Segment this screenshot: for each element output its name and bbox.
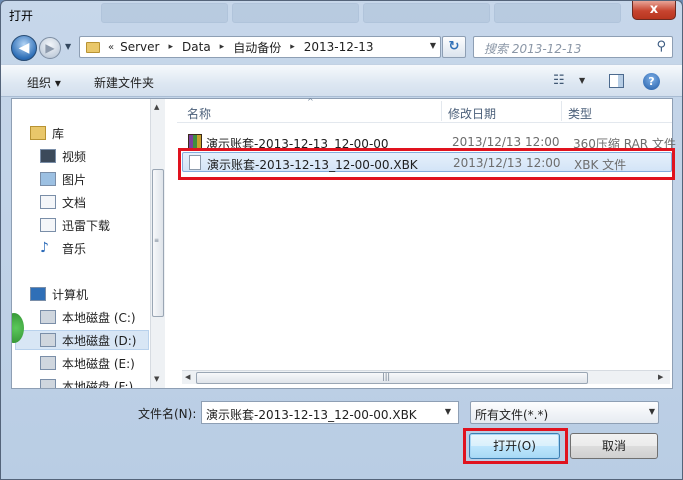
ghost-tab [101, 3, 228, 23]
window-title: 打开 [9, 9, 34, 23]
scroll-right-icon[interactable]: ▶ [658, 373, 663, 381]
chevron-down-icon[interactable]: ▼ [437, 401, 459, 424]
navigation-pane: 库 视频 图片 文档 迅雷下载 ♪ 音乐 计算机 本地磁盘 (C:) 本地磁盘 … [12, 99, 165, 388]
computer-icon [30, 287, 46, 301]
column-header: ^ 名称 修改日期 类型 [177, 97, 672, 123]
music-icon: ♪ [40, 241, 56, 255]
video-icon [40, 149, 56, 163]
chevron-right-icon[interactable]: ▸ [168, 42, 173, 52]
nav-item-drive-e[interactable]: 本地磁盘 (E:) [40, 353, 165, 373]
organize-button[interactable]: 组织 ▾ [27, 74, 61, 91]
filetype-select[interactable]: 所有文件(*.*) ▼ [470, 401, 659, 424]
nav-item-computer[interactable]: 计算机 [30, 284, 165, 304]
navpane-scrollbar[interactable]: ▲ ≡ ▼ [150, 99, 165, 388]
breadcrumb-overflow-icon[interactable]: « [108, 42, 114, 53]
scrollbar-grip-icon: ||| [382, 372, 391, 381]
ghost-tab [363, 3, 490, 23]
scroll-down-icon[interactable]: ▼ [154, 375, 159, 383]
nav-item-pictures[interactable]: 图片 [40, 169, 165, 189]
scrollbar-grip-icon: ≡ [154, 237, 160, 244]
nav-item-drive-f[interactable]: 本地磁盘 (F:) [40, 376, 165, 388]
sort-ascending-icon: ^ [307, 97, 314, 106]
nav-item-label: 图片 [62, 172, 87, 187]
nav-item-documents[interactable]: 文档 [40, 192, 165, 212]
browser-content: 库 视频 图片 文档 迅雷下载 ♪ 音乐 计算机 本地磁盘 (C:) 本地磁盘 … [11, 97, 676, 389]
rar-archive-icon [188, 134, 202, 149]
column-divider[interactable] [441, 101, 442, 121]
horizontal-scrollbar[interactable]: ◀ ||| ▶ [182, 370, 670, 384]
folder-icon [86, 41, 100, 53]
file-list: ^ 名称 修改日期 类型 演示账套-2013-12-13_12-00-00 20… [177, 97, 676, 388]
chevron-down-icon[interactable]: ▼ [579, 76, 585, 85]
picture-icon [40, 172, 56, 186]
search-input[interactable]: 搜索 2013-12-13 ⚲ [473, 36, 673, 58]
filetype-value: 所有文件(*.*) [475, 408, 549, 422]
scroll-left-icon[interactable]: ◀ [185, 373, 190, 381]
search-placeholder: 搜索 2013-12-13 [484, 42, 582, 56]
breadcrumb-data[interactable]: Data [182, 40, 211, 54]
document-icon [40, 195, 56, 209]
column-divider[interactable] [561, 101, 562, 121]
nav-item-label: 本地磁盘 (F:) [62, 379, 134, 389]
nav-item-label: 迅雷下载 [62, 218, 111, 233]
drive-icon [40, 333, 56, 347]
navigation-bar: ◀ ▶ ▼ « Server ▸ Data ▸ 自动备份 ▸ 2013-12-1… [1, 31, 682, 63]
ghost-tab [232, 3, 359, 23]
command-toolbar: 组织 ▾ 新建文件夹 ☷ ▼ ? [1, 64, 682, 97]
nav-item-label: 本地磁盘 (C:) [62, 310, 136, 325]
chevron-down-icon[interactable]: ▼ [649, 407, 655, 416]
breadcrumb-auto-backup[interactable]: 自动备份 [233, 39, 281, 56]
recent-locations-dropdown-icon[interactable]: ▼ [65, 42, 71, 51]
search-icon[interactable]: ⚲ [656, 39, 666, 54]
nav-item-label: 本地磁盘 (E:) [62, 356, 135, 371]
ghost-tab [494, 3, 621, 23]
breadcrumb-server[interactable]: Server [120, 40, 159, 54]
open-file-dialog: 打开 x ◀ ▶ ▼ « Server ▸ Data ▸ 自动备份 ▸ 2013… [0, 0, 683, 480]
nav-item-label: 文档 [62, 195, 87, 210]
nav-item-label: 计算机 [52, 287, 89, 302]
filename-input[interactable]: 演示账套-2013-12-13_12-00-00.XBK [201, 401, 459, 424]
nav-item-xunlei-downloads[interactable]: 迅雷下载 [40, 215, 165, 235]
nav-item-label: 本地磁盘 (D:) [62, 333, 137, 348]
file-modified: 2013/12/13 12:00 [452, 135, 560, 149]
drive-icon [40, 379, 56, 388]
view-options-icon[interactable]: ☷ [553, 73, 565, 88]
forward-button[interactable]: ▶ [39, 37, 61, 59]
back-button[interactable]: ◀ [11, 35, 37, 61]
chevron-down-icon[interactable]: ▼ [430, 41, 436, 50]
nav-item-label: 音乐 [62, 241, 87, 256]
nav-item-label: 库 [52, 126, 65, 141]
refresh-button[interactable]: ↻ [442, 36, 466, 58]
nav-item-music[interactable]: ♪ 音乐 [40, 238, 165, 258]
preview-pane-icon[interactable] [609, 74, 624, 88]
nav-item-library[interactable]: 库 [30, 123, 165, 143]
breadcrumb-date-folder[interactable]: 2013-12-13 [304, 40, 374, 54]
nav-item-video[interactable]: 视频 [40, 146, 165, 166]
column-type[interactable]: 类型 [568, 105, 592, 122]
title-bar[interactable]: 打开 x [1, 1, 682, 31]
close-button[interactable]: x [632, 1, 676, 20]
column-name[interactable]: 名称 [187, 105, 211, 122]
address-bar[interactable]: « Server ▸ Data ▸ 自动备份 ▸ 2013-12-13 ▼ [79, 36, 441, 58]
download-icon [40, 218, 56, 232]
chevron-right-icon[interactable]: ▸ [220, 42, 225, 52]
highlight-box-open [463, 428, 568, 464]
new-folder-button[interactable]: 新建文件夹 [94, 74, 154, 91]
scroll-up-icon[interactable]: ▲ [154, 103, 159, 111]
scrollbar-thumb[interactable] [196, 372, 588, 384]
background-taskbar-ghost [101, 3, 621, 25]
drive-icon [40, 310, 56, 324]
nav-item-label: 视频 [62, 149, 87, 164]
filename-label: 文件名(N): [138, 407, 197, 421]
nav-item-drive-c[interactable]: 本地磁盘 (C:) [40, 307, 165, 327]
help-icon[interactable]: ? [643, 73, 660, 90]
highlight-box-file [178, 148, 675, 180]
column-modified[interactable]: 修改日期 [448, 105, 496, 122]
drive-icon [40, 356, 56, 370]
chevron-right-icon[interactable]: ▸ [290, 42, 295, 52]
library-icon [30, 126, 46, 140]
cancel-button[interactable]: 取消 [570, 433, 658, 459]
nav-item-drive-d[interactable]: 本地磁盘 (D:) [15, 330, 149, 350]
